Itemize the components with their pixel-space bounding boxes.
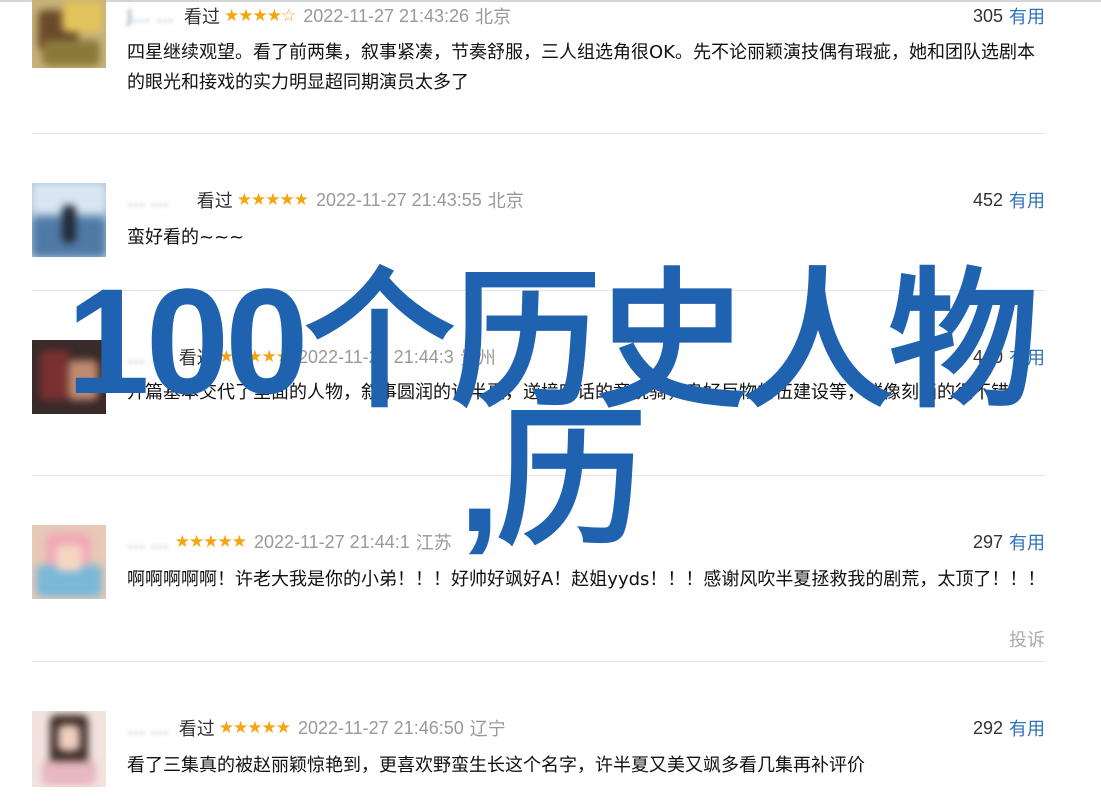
divider [32, 475, 1045, 476]
comment-text: 四星继续观望。看了前两集，叙事紧凑，节奏舒服，三人组选角很OK。先不论丽颖演技偶… [127, 42, 1035, 93]
comment-text: 看了三集真的被赵丽颖惊艳到，更喜欢野蛮生长这个名字，许半夏又美又飒多看几集再补评… [127, 755, 865, 776]
divider [32, 661, 1045, 662]
divider [32, 133, 1045, 134]
avatar[interactable] [32, 340, 106, 414]
overlay-title: 100个历史人物 ,历 [0, 266, 1101, 554]
avatar[interactable] [32, 0, 106, 68]
comment-location: 辽宁 [469, 719, 506, 740]
username-link[interactable]: … … [127, 532, 169, 553]
vote-box: 305 有用 [973, 2, 1045, 30]
comment-text: 啊啊啊啊啊！许老大我是你的小弟！！！好帅好飒好A！赵姐yyds！！！感谢风吹半夏… [127, 569, 1046, 590]
report-button[interactable]: 投诉 [1009, 626, 1045, 652]
vote-count: 297 [972, 531, 1003, 552]
vote-count: 440 [972, 346, 1003, 367]
watch-status: 看过 [184, 7, 221, 28]
vote-box: 452 有用 [973, 186, 1045, 214]
watch-status: 看过 [178, 348, 215, 369]
comment-time: 2022-11-27 21:46:50 [297, 717, 464, 738]
comment-time: 2022-11-27 21:43:55 [315, 189, 482, 210]
rating-stars: ★★★★★ [174, 532, 247, 552]
useful-button[interactable]: 有用 [1009, 344, 1045, 370]
comment-time: 2022-11-27 21:43:26 [303, 5, 470, 26]
rating-stars: ★★★★★ [218, 347, 291, 367]
useful-button[interactable]: 有用 [1009, 715, 1045, 741]
comment-location: 北京 [475, 7, 512, 28]
username-link[interactable]: … … [127, 190, 169, 211]
username-link[interactable]: J… … [127, 6, 174, 27]
avatar[interactable] [32, 183, 106, 257]
avatar[interactable] [32, 711, 106, 787]
useful-button[interactable]: 有用 [1009, 3, 1045, 29]
avatar[interactable] [32, 525, 106, 599]
comments-page: J… … 看过 ★★★★☆ 2022-11-27 21:43:26 北京 305… [0, 0, 1101, 812]
comment-meta: … … ★★★★★ 2022-11-27 21:44:1 江苏 [127, 528, 452, 556]
comment-meta: J… … 看过 ★★★★☆ 2022-11-27 21:43:26 北京 [127, 2, 511, 30]
vote-box: 297 有用 [973, 528, 1045, 556]
comment-meta: … … 看过 ★★★★★ 2022-11-27 21:43:55 北京 [127, 186, 524, 214]
comment-meta: … … 看过 ★★★★★ 2022-11-27 21:46:50 辽宁 [127, 714, 506, 742]
username-link[interactable]: … … [127, 347, 169, 368]
comment-location: 贵州 [459, 348, 496, 369]
comment-time: 2022-11-27 21:44:1 [253, 531, 410, 552]
comment-location: 江苏 [415, 533, 452, 554]
comment-text: 蛮好看的~~~ [127, 227, 245, 248]
useful-button[interactable]: 有用 [1009, 187, 1045, 213]
useful-button[interactable]: 有用 [1009, 529, 1045, 555]
comment-time: 2022-11-27 21:44:3 [297, 346, 454, 367]
rating-stars: ★★★★★ [236, 190, 309, 210]
vote-count: 305 [972, 5, 1003, 26]
rating-stars: ★★★★★ [218, 718, 291, 738]
username-link[interactable]: … … [127, 718, 169, 739]
watch-status: 看过 [196, 191, 233, 212]
divider [32, 290, 1045, 291]
comment-location: 北京 [487, 191, 524, 212]
vote-count: 292 [972, 717, 1003, 738]
vote-count: 452 [972, 189, 1003, 210]
watch-status: 看过 [178, 719, 215, 740]
vote-box: 440 有用 [973, 343, 1045, 371]
comment-text: 开篇基本交代了里面的人物，叙事圆润的许半夏，逆境听话的童晓骑，良好巨物的伍建设等… [127, 382, 1009, 403]
vote-box: 292 有用 [973, 714, 1045, 742]
rating-stars: ★★★★☆ [224, 6, 296, 26]
comment-meta: … … 看过 ★★★★★ 2022-11-27 21:44:3 贵州 [127, 343, 496, 371]
